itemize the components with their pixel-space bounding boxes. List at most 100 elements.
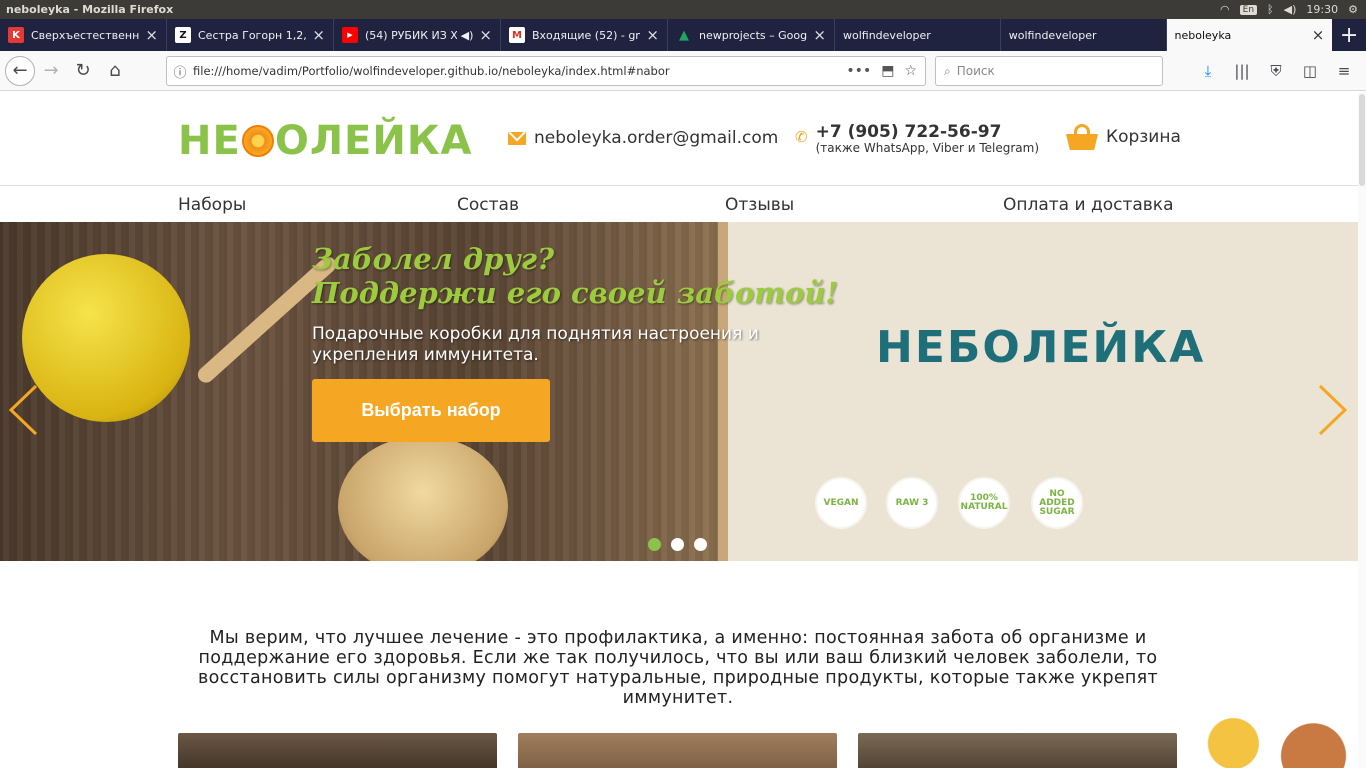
back-button[interactable]: ←: [5, 55, 35, 86]
pocket-icon[interactable]: ⬒: [881, 63, 894, 79]
browser-tab[interactable]: ▲ newprojects – Google ×: [668, 19, 835, 51]
audio-playing-icon[interactable]: ◀): [461, 29, 474, 42]
clock[interactable]: 19:30: [1306, 3, 1338, 16]
nav-link-otzyvy[interactable]: Отзывы: [725, 195, 794, 215]
search-icon: ⌕: [944, 63, 951, 78]
hero-slider: НЕБОЛЕЙКА VEGAN RAW 3 100% NATURAL NO AD…: [0, 222, 1358, 561]
email-text[interactable]: neboleyka.order@gmail.com: [534, 128, 778, 148]
tab-label: wolfindeveloper: [843, 28, 931, 42]
cart-button[interactable]: Корзина: [1066, 124, 1181, 150]
bookmark-star-icon[interactable]: ☆: [904, 63, 917, 79]
phone-number[interactable]: +7 (905) 722-56-97: [816, 122, 1039, 142]
close-icon[interactable]: ×: [813, 26, 826, 44]
nav-link-sostav[interactable]: Состав: [457, 195, 519, 215]
new-tab-button[interactable]: +: [1332, 19, 1366, 51]
close-icon[interactable]: ×: [1312, 26, 1325, 44]
raw-badge: RAW 3: [888, 479, 936, 527]
product-card-image[interactable]: [858, 733, 1177, 768]
search-bar[interactable]: ⌕ Поиск: [935, 56, 1163, 86]
slider-dot[interactable]: [694, 538, 707, 551]
youtube-icon: ▶: [342, 27, 358, 43]
orange-slice-icon: [241, 125, 274, 157]
os-top-bar: neboleyka - Mozilla Firefox ◠ En ᛒ ◀) 19…: [0, 0, 1366, 19]
tab-label: Сестра Гогорн 1,2,3 с: [198, 28, 307, 42]
hero-title-line1: Заболел друг?: [312, 242, 555, 276]
downloads-icon[interactable]: ⤓: [1192, 55, 1224, 87]
google-drive-icon: ▲: [679, 27, 689, 43]
hero-title: Заболел друг? Поддержи его своей заботой…: [312, 242, 838, 310]
shield-icon[interactable]: ⛨: [1260, 55, 1292, 87]
nav-link-oplata[interactable]: Оплата и доставка: [1003, 195, 1173, 215]
logo-text-left: НЕ: [178, 118, 241, 164]
phone-icon: ✆: [795, 128, 808, 146]
url-bar[interactable]: ⓘ file:///home/vadim/Portfolio/wolfindev…: [166, 56, 926, 86]
lemon-image: [22, 254, 190, 422]
site-nav: Наборы Состав Отзывы Оплата и доставка: [0, 186, 1358, 222]
box-logo-text: НЕБОЛЕЙКА: [876, 322, 1206, 373]
home-button[interactable]: ⌂: [99, 55, 131, 87]
z-icon: Z: [175, 27, 191, 43]
slider-dot[interactable]: [671, 538, 684, 551]
vegan-badge: VEGAN: [817, 479, 865, 527]
browser-tab-active[interactable]: neboleyka ×: [1166, 19, 1333, 51]
decorative-fruit-image: [1180, 707, 1358, 768]
choose-set-button[interactable]: Выбрать набор: [312, 379, 550, 442]
close-icon[interactable]: ×: [479, 26, 492, 44]
wifi-icon[interactable]: ◠: [1220, 3, 1230, 16]
nav-link-nabory[interactable]: Наборы: [178, 195, 246, 215]
tab-strip: K Сверхъестественное × Z Сестра Гогорн 1…: [0, 19, 1366, 51]
close-icon[interactable]: ×: [646, 26, 659, 44]
tab-label: wolfindeveloper: [1008, 28, 1097, 42]
basket-icon: [1066, 124, 1098, 150]
slider-next-arrow[interactable]: [1318, 384, 1348, 436]
hero-subtitle: Подарочные коробки для поднятия настроен…: [312, 324, 759, 365]
contact-email[interactable]: neboleyka.order@gmail.com: [508, 128, 778, 148]
tab-label: Входящие (52) - gm: [532, 28, 641, 42]
tab-label: newprojects – Google: [699, 28, 808, 42]
browser-tab[interactable]: wolfindeveloper: [1001, 19, 1167, 51]
browser-tab[interactable]: K Сверхъестественное ×: [0, 19, 167, 51]
browser-tab[interactable]: Z Сестра Гогорн 1,2,3 с ×: [167, 19, 334, 51]
page-viewport: НЕ ОЛЕЙКА neboleyka.order@gmail.com ✆ +7…: [0, 92, 1358, 768]
kinopoisk-icon: K: [8, 27, 24, 43]
hero-title-line2: Поддержи его своей заботой!: [312, 276, 839, 310]
scrollbar-thumb[interactable]: [1359, 94, 1365, 186]
slider-prev-arrow[interactable]: [8, 384, 38, 436]
reload-button[interactable]: ↻: [67, 55, 99, 87]
phone-note: (также WhatsApp, Viber и Telegram): [815, 141, 1040, 155]
page-actions-icon[interactable]: •••: [846, 63, 871, 79]
slider-dots: [648, 538, 707, 551]
close-icon[interactable]: ×: [145, 26, 158, 44]
sidebar-icon[interactable]: ◫: [1294, 55, 1326, 87]
cart-label: Корзина: [1106, 127, 1181, 147]
intro-text: Мы верим, что лучшее лечение - это профи…: [197, 628, 1158, 708]
library-icon[interactable]: |||: [1226, 55, 1258, 87]
page-scrollbar[interactable]: [1358, 92, 1366, 768]
bluetooth-icon[interactable]: ᛒ: [1267, 3, 1274, 16]
navigation-toolbar: ← → ↻ ⌂ ⓘ file:///home/vadim/Portfolio/w…: [0, 51, 1366, 91]
info-icon[interactable]: ⓘ: [167, 62, 193, 81]
url-text[interactable]: file:///home/vadim/Portfolio/wolfindevel…: [193, 64, 846, 78]
product-card-image[interactable]: [178, 733, 497, 768]
logo-text-right: ОЛЕЙКА: [274, 118, 473, 164]
site-logo[interactable]: НЕ ОЛЕЙКА: [178, 118, 473, 164]
settings-gear-icon[interactable]: ⚙: [1348, 3, 1358, 16]
browser-tab[interactable]: ▶ (54) РУБИК ИЗ Х ◀) ×: [334, 19, 501, 51]
hamburger-menu-icon[interactable]: ≡: [1328, 55, 1360, 87]
close-icon[interactable]: ×: [312, 26, 325, 44]
natural-badge: 100% NATURAL: [960, 479, 1008, 527]
browser-tab[interactable]: M Входящие (52) - gm ×: [501, 19, 668, 51]
keyboard-layout[interactable]: En: [1239, 4, 1258, 15]
forward-button[interactable]: →: [35, 55, 67, 87]
tab-label: neboleyka: [1174, 28, 1232, 42]
volume-icon[interactable]: ◀): [1284, 3, 1297, 16]
browser-tab[interactable]: wolfindeveloper: [835, 19, 1001, 51]
no-sugar-badge: NO ADDED SUGAR: [1033, 479, 1081, 527]
tab-label: (54) РУБИК ИЗ Х: [365, 28, 457, 42]
slider-dot[interactable]: [648, 538, 661, 551]
product-cards: [178, 733, 1178, 768]
contact-phone[interactable]: ✆ +7 (905) 722-56-97 (также WhatsApp, Vi…: [795, 122, 1039, 155]
product-card-image[interactable]: [518, 733, 837, 768]
tab-label: Сверхъестественное: [31, 28, 140, 42]
system-tray: ◠ En ᛒ ◀) 19:30 ⚙: [1220, 0, 1358, 19]
